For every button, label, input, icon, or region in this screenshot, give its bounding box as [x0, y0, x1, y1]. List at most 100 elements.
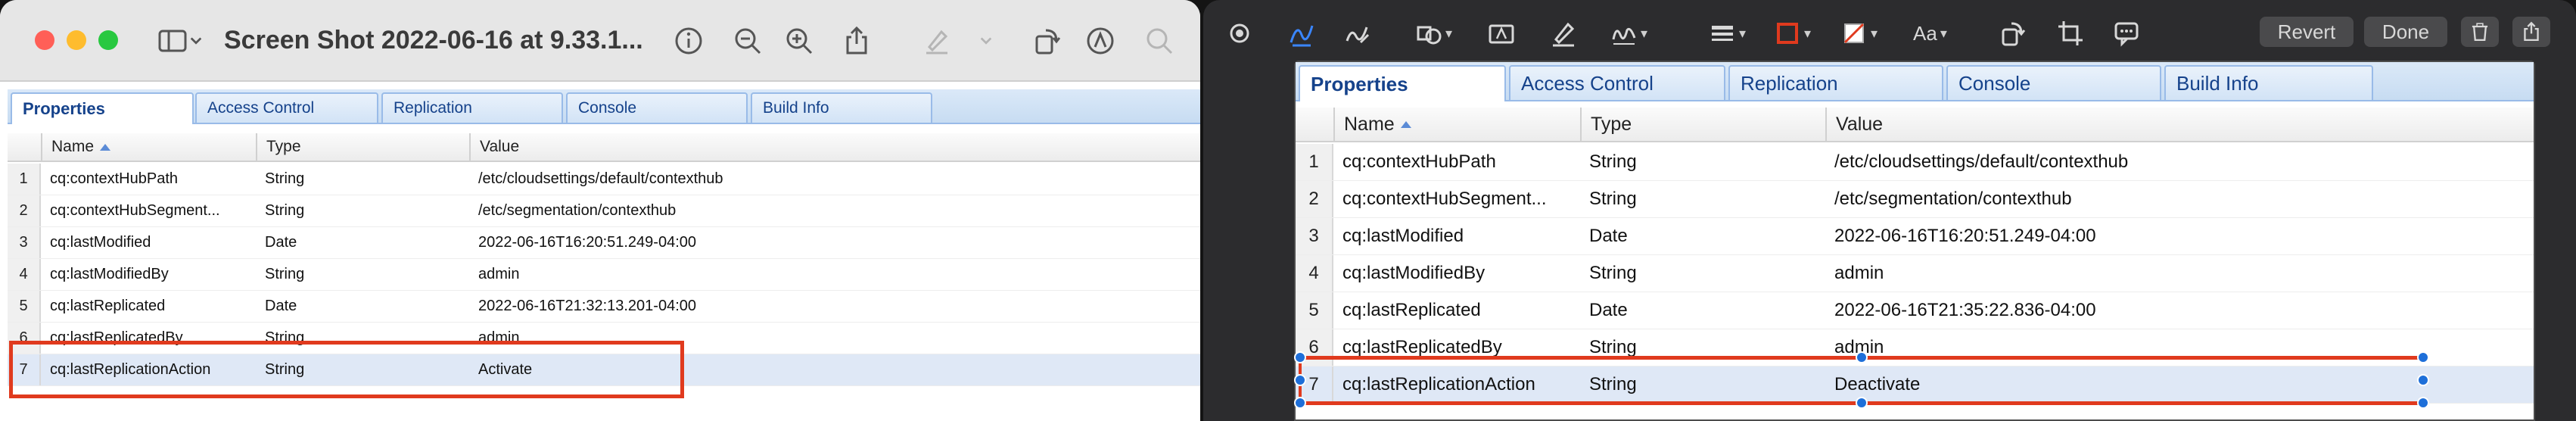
- table-row[interactable]: 2 cq:contextHubSegment... String/etc/segme…: [1296, 181, 2534, 218]
- sidebar-menu-button[interactable]: [186, 21, 206, 61]
- chevron-down-icon: [190, 37, 202, 45]
- tab-properties[interactable]: Properties: [1299, 65, 1506, 101]
- zoom-out-button[interactable]: [728, 21, 767, 61]
- chevron-down-icon: ▾: [1445, 25, 1453, 41]
- property-value: /etc/segmentation/contexthub: [1834, 189, 2072, 209]
- chevron-down-icon: ▾: [1871, 25, 1878, 41]
- table-row[interactable]: 5 cq:lastReplicated Date 2022-06-16T21:35:2…: [1296, 292, 2534, 329]
- table-row[interactable]: 3 cq:lastModified Date 2022-06-16T16:20:51.…: [1296, 218, 2534, 255]
- zoom-button[interactable]: [98, 30, 118, 50]
- search-button[interactable]: [1140, 21, 1179, 61]
- highlight-menu-button[interactable]: [976, 21, 996, 61]
- table-row[interactable]: 6 cq:lastReplicatedBy String admin: [1296, 329, 2534, 366]
- sign-button[interactable]: ▾: [1610, 15, 1647, 51]
- property-type: Date: [265, 298, 297, 314]
- record-icon: [1230, 23, 1249, 43]
- search-icon: [1146, 28, 1173, 55]
- tab-properties[interactable]: Properties: [11, 92, 194, 124]
- resize-handle[interactable]: [2417, 351, 2429, 363]
- highlight-button[interactable]: [1550, 15, 1577, 51]
- property-name: cq:contextHubSegment...: [1342, 189, 1547, 209]
- property-name: cq:lastModified: [1342, 226, 1464, 246]
- resize-handle[interactable]: [1856, 351, 1868, 363]
- text-box-button[interactable]: [1488, 15, 1515, 51]
- rotate-button[interactable]: [1028, 21, 1067, 61]
- share-button[interactable]: [837, 21, 876, 61]
- column-header-name[interactable]: Name: [41, 133, 256, 161]
- table-row[interactable]: 5 cq:lastReplicated Date 2022-06-16T21:32:1…: [8, 291, 1200, 323]
- border-color-button[interactable]: ▾: [1774, 15, 1811, 51]
- property-type: String: [265, 202, 305, 219]
- sort-ascending-icon: [1400, 120, 1411, 128]
- minimize-button[interactable]: [67, 30, 86, 50]
- resize-handle[interactable]: [2417, 397, 2429, 409]
- resize-handle[interactable]: [1294, 351, 1306, 363]
- row-number: 3: [8, 227, 41, 258]
- column-header-type[interactable]: Type: [1580, 108, 1825, 141]
- draw-tool-button[interactable]: [1344, 15, 1371, 51]
- tab-console[interactable]: Console: [566, 92, 748, 123]
- resize-handle[interactable]: [1294, 374, 1306, 386]
- table-row[interactable]: 1 cq:contextHubPath String/etc/cloudsettin…: [8, 164, 1200, 195]
- info-button[interactable]: [669, 21, 708, 61]
- property-type: String: [265, 266, 305, 282]
- tab-build-info[interactable]: Build Info: [2164, 65, 2373, 100]
- done-button[interactable]: Done: [2364, 17, 2447, 47]
- share-button[interactable]: [2512, 17, 2550, 47]
- resize-handle[interactable]: [1856, 397, 1868, 409]
- column-header-name[interactable]: Name: [1333, 108, 1580, 141]
- markup-toolbar: ▾ ▾ ▾ ▾ ▾ Aa ▾ Revert Done: [1203, 0, 2576, 61]
- delete-button[interactable]: [2461, 17, 2499, 47]
- tab-console[interactable]: Console: [1946, 65, 2161, 100]
- column-header-value[interactable]: Value: [1825, 108, 2537, 141]
- rotate-button[interactable]: [1999, 15, 2027, 51]
- zoom-in-button[interactable]: [779, 21, 819, 61]
- text-box-icon: [1489, 24, 1514, 44]
- table-row[interactable]: 1 cq:contextHubPath String/etc/cloudsettin…: [1296, 144, 2534, 181]
- resize-handle[interactable]: [1294, 397, 1306, 409]
- preview-window-left: Screen Shot 2022-06-16 at 9.33.1... Prop…: [0, 0, 1200, 421]
- revert-button[interactable]: Revert: [2260, 17, 2354, 47]
- property-value: 2022-06-16T16:20:51.249-04:00: [478, 234, 697, 251]
- zoom-out-icon: [735, 28, 761, 55]
- tab-access-control[interactable]: Access Control: [1509, 65, 1725, 100]
- row-number: 2: [8, 195, 41, 226]
- property-name: cq:lastReplicatedBy: [1342, 337, 1502, 357]
- text-style-label: Aa: [1913, 21, 1937, 45]
- column-header-value[interactable]: Value: [469, 133, 1200, 161]
- crop-button[interactable]: [2057, 15, 2084, 51]
- table-row[interactable]: 4 cq:lastModifiedBy String admin: [1296, 255, 2534, 292]
- annotate-button[interactable]: [2113, 15, 2140, 51]
- tab-access-control[interactable]: Access Control: [195, 92, 378, 123]
- record-button[interactable]: [1226, 15, 1253, 51]
- trash-icon: [2472, 23, 2488, 42]
- line-style-button[interactable]: ▾: [1709, 15, 1746, 51]
- sketch-tool-button[interactable]: [1288, 15, 1315, 51]
- property-value: /etc/cloudsettings/default/contexthub: [478, 170, 723, 187]
- markup-button[interactable]: [1081, 21, 1120, 61]
- fill-color-button[interactable]: ▾: [1840, 15, 1878, 51]
- red-rectangle-annotation: [9, 341, 684, 398]
- text-style-button[interactable]: Aa ▾: [1913, 15, 1947, 51]
- table-row[interactable]: 3 cq:lastModified Date 2022-06-16T16:20:51.…: [8, 227, 1200, 259]
- tab-replication[interactable]: Replication: [1728, 65, 1943, 100]
- table-row[interactable]: 2 cq:contextHubSegment... String/etc/segme…: [8, 195, 1200, 227]
- table-row[interactable]: 4 cq:lastModifiedBy String admin: [8, 259, 1200, 291]
- speech-bubble-icon: [2114, 22, 2139, 47]
- row-number: 5: [8, 291, 41, 322]
- property-type: String: [1589, 337, 1637, 357]
- row-number: 1: [1296, 144, 1333, 180]
- tab-build-info[interactable]: Build Info: [751, 92, 932, 123]
- close-button[interactable]: [35, 30, 54, 50]
- signature-icon: [1612, 27, 1636, 45]
- tab-replication[interactable]: Replication: [381, 92, 563, 123]
- property-name: cq:lastReplicated: [1342, 300, 1481, 320]
- highlight-button[interactable]: [917, 21, 957, 61]
- resize-handle[interactable]: [2417, 374, 2429, 386]
- row-number: 2: [1296, 181, 1333, 217]
- shapes-button[interactable]: ▾: [1415, 15, 1452, 51]
- column-header-type[interactable]: Type: [256, 133, 469, 161]
- fill-color-icon: [1843, 23, 1865, 44]
- table-row[interactable]: 7 cq:lastReplicationAction String Deactivat…: [1296, 366, 2534, 404]
- markup-icon: [1087, 27, 1114, 55]
